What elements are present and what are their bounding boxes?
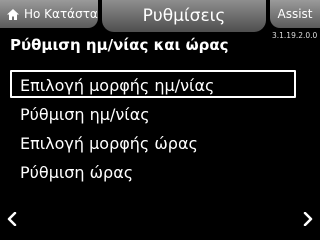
home-tab-label: Ho Κατάστα — [24, 7, 98, 21]
settings-tab[interactable]: Ρυθμίσεις — [102, 0, 266, 32]
page-subtitle: Ρύθμιση ημ/νίας και ώρας — [10, 36, 229, 54]
page-title: Ρυθμίσεις — [142, 6, 226, 26]
menu-item-set-date[interactable]: Ρύθμιση ημ/νίας — [10, 99, 296, 127]
menu-item-time-format[interactable]: Επιλογή μορφής ώρας — [10, 128, 296, 156]
top-bar: Ho Κατάστα Ρυθμίσεις Assist — [0, 0, 320, 32]
menu-item-set-time[interactable]: Ρύθμιση ώρας — [10, 157, 296, 185]
version-label: 3.1.19.2.0.0 — [272, 31, 318, 40]
chevron-right-icon[interactable] — [302, 212, 314, 226]
settings-menu: Επιλογή μορφής ημ/νίας Ρύθμιση ημ/νίας Ε… — [10, 70, 296, 186]
assist-tab-label: Assist — [277, 7, 313, 21]
bottom-nav-bar — [0, 210, 320, 240]
menu-item-date-format[interactable]: Επιλογή μορφής ημ/νίας — [10, 70, 296, 98]
assist-tab[interactable]: Assist — [270, 0, 320, 28]
home-tab[interactable]: Ho Κατάστα — [0, 0, 98, 28]
chevron-left-icon[interactable] — [6, 212, 18, 226]
home-icon — [7, 8, 19, 20]
